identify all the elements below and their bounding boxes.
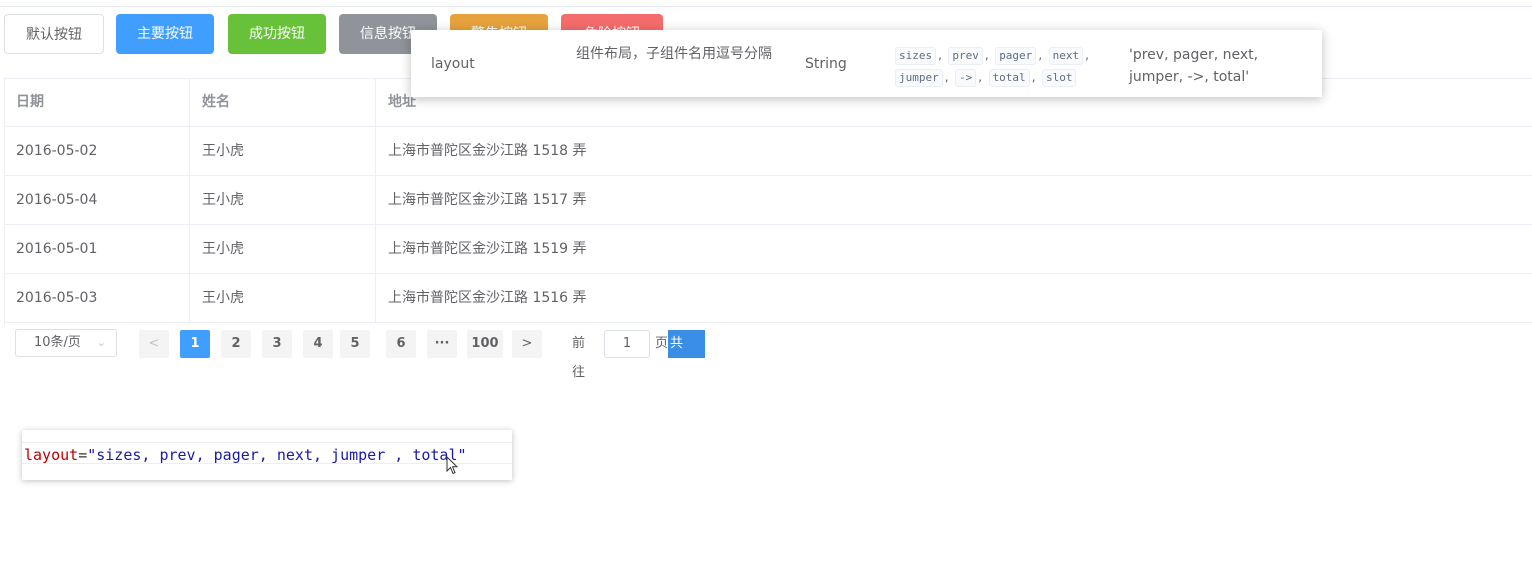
cell-date: 2016-05-04 [4,176,190,225]
cell-address: 上海市普陀区金沙江路 1519 弄 [388,241,587,257]
default-button[interactable]: 默认按钮 [4,14,104,54]
option-tag: sizes [895,47,937,65]
page-button-4[interactable]: 4 [303,330,333,358]
mouse-cursor-icon [446,456,459,475]
success-button[interactable]: 成功按钮 [228,14,326,54]
option-tag: next [1048,47,1084,65]
code-snippet: layout="sizes, prev, pager, next, jumper… [22,430,512,480]
cell-date: 2016-05-03 [4,274,190,323]
page-button-5[interactable]: 5 [340,330,370,358]
goto-prefix: 前往 [572,336,586,380]
next-page-button[interactable]: > [512,330,542,358]
chevron-down-icon: ⌄ [96,336,106,349]
option-tag: total [988,69,1030,87]
page-button-6[interactable]: 6 [386,330,416,358]
page-button-2[interactable]: 2 [221,330,251,358]
goto-suffix: 页 [655,336,669,351]
option-tag: -> [955,69,977,87]
cell-address: 上海市普陀区金沙江路 1518 弄 [388,143,587,159]
table-row[interactable]: 2016-05-03 王小虎 上海市普陀区金沙江路 1516 弄 [4,274,1532,323]
popup-param: layout [431,56,475,72]
page-size-select[interactable]: 10条/页 ⌄ [15,329,117,357]
goto-page-input[interactable]: 1 [604,330,650,358]
popup-type: String [805,56,847,72]
option-tag: slot [1041,69,1077,87]
popup-options: sizes, prev, pager, next, jumper, ->, to… [895,44,1105,88]
prev-page-button[interactable]: < [139,330,169,358]
cell-name: 王小虎 [190,127,376,176]
snippet-equals: = [78,446,88,464]
page-button-1[interactable]: 1 [180,330,210,358]
cell-name: 王小虎 [190,176,376,225]
more-pages-button[interactable]: ··· [427,330,457,358]
snippet-attr: layout [24,446,79,464]
table-row[interactable]: 2016-05-02 王小虎 上海市普陀区金沙江路 1518 弄 [4,127,1532,176]
doc-attribute-popup: layout 组件布局，子组件名用逗号分隔 String sizes, prev… [411,30,1322,97]
cell-name: 王小虎 [190,225,376,274]
option-tag: pager [995,47,1037,65]
total-count: 共 1000 条 [668,330,706,407]
popup-description: 组件布局，子组件名用逗号分隔 [576,46,772,62]
cell-date: 2016-05-01 [4,225,190,274]
primary-button[interactable]: 主要按钮 [116,14,214,54]
page-button-3[interactable]: 3 [262,330,292,358]
cell-address: 上海市普陀区金沙江路 1517 弄 [388,192,587,208]
header-date[interactable]: 日期 [4,78,190,127]
data-table: 日期 姓名 地址 2016-05-02 王小虎 上海市普陀区金沙江路 1518 … [4,78,1532,323]
cell-address: 上海市普陀区金沙江路 1516 弄 [388,290,587,306]
page-size-value: 10条/页 [34,335,81,350]
popup-default: 'prev, pager, next, jumper, ->, total' [1129,47,1259,85]
option-tag: prev [948,47,983,65]
snippet-code: layout="sizes, prev, pager, next, jumper… [24,444,467,466]
option-tag: jumper [895,69,943,87]
cell-date: 2016-05-02 [4,127,190,176]
snippet-value: "sizes, prev, pager, next, jumper , tota… [87,446,467,464]
table-row[interactable]: 2016-05-01 王小虎 上海市普陀区金沙江路 1519 弄 [4,225,1532,274]
header-name[interactable]: 姓名 [190,78,376,127]
cell-name: 王小虎 [190,274,376,323]
page-button-100[interactable]: 100 [467,330,503,358]
table-row[interactable]: 2016-05-04 王小虎 上海市普陀区金沙江路 1517 弄 [4,176,1532,225]
top-divider [0,6,1532,7]
